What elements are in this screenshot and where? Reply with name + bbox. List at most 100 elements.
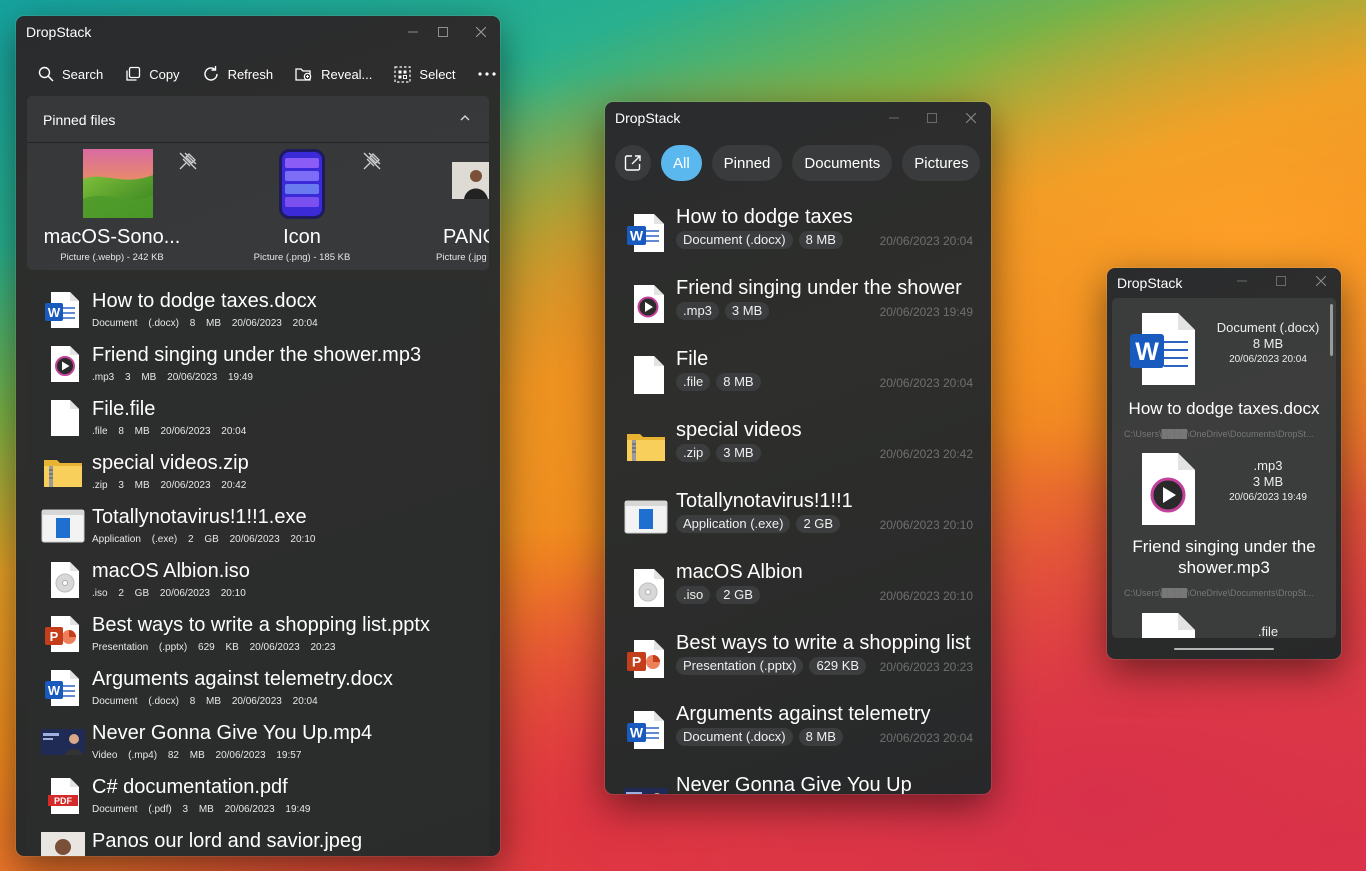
file-name: Friend singing under the shower.mp3 <box>92 344 422 366</box>
close-icon[interactable] <box>958 107 984 129</box>
file-date: 20/06/2023 20:23 <box>879 660 973 674</box>
file-name: Arguments against telemetry <box>676 703 931 725</box>
minimize-icon[interactable] <box>400 21 426 43</box>
title-bar[interactable]: DropStack <box>605 102 991 136</box>
pinned-files-header[interactable]: Pinned files <box>27 96 489 143</box>
file-name: C# documentation.pdf <box>92 776 288 798</box>
list-item[interactable]: Panos our lord and savior.jpeg <box>27 820 489 856</box>
list-item[interactable]: .mp3 3 MB 20/06/2023 19:49 Friend singin… <box>1112 450 1336 600</box>
file-name: special videos.zip <box>92 452 249 474</box>
file-name: macOS Albion.iso <box>92 560 250 582</box>
exe-icon <box>41 506 85 546</box>
resize-grip[interactable] <box>1174 648 1274 650</box>
pinned-files-title: Pinned files <box>43 112 116 128</box>
pinned-item-meta: Picture (.png) - 185 KB <box>253 252 351 263</box>
list-item[interactable]: macOS Albion .iso 2 GB 20/06/2023 20:10 <box>605 557 991 628</box>
file-date: 20/06/2023 20:04 <box>879 234 973 248</box>
list-item[interactable]: File.file .file 8 MB 20/06/2023 20:04 <box>27 388 489 442</box>
list-item[interactable]: special videos.zip .zip 3 MB 20/06/2023 … <box>27 442 489 496</box>
word-icon: W <box>41 290 85 330</box>
title-bar[interactable]: DropStack <box>16 16 500 50</box>
list-item[interactable]: P Best ways to write a shopping list Pre… <box>605 628 991 699</box>
filter-chip-pinned[interactable]: Pinned <box>711 145 783 181</box>
copy-icon <box>126 66 141 81</box>
list-item[interactable]: W Arguments against telemetry.docx Docum… <box>27 658 489 712</box>
photo-thumbnail <box>41 830 85 856</box>
unpin-icon[interactable] <box>361 150 383 172</box>
file-size: 8 MB <box>1252 336 1284 351</box>
list-item[interactable]: Never Gonna Give You Up.mp4 Video (.mp4)… <box>27 712 489 766</box>
word-icon: W <box>1130 313 1195 385</box>
list-item[interactable]: P Best ways to write a shopping list.ppt… <box>27 604 489 658</box>
file-name: special videos <box>676 419 802 441</box>
reveal-button[interactable]: Reveal... <box>295 66 372 82</box>
file-type: Document (.docx) <box>1216 320 1320 335</box>
powerpoint-icon: P <box>41 614 85 654</box>
zip-folder-icon <box>623 423 669 469</box>
list-item[interactable]: W How to dodge taxes Document (.docx) 8 M… <box>605 202 991 273</box>
file-name: How to dodge taxes.docx <box>1128 399 1320 418</box>
file-name: File <box>676 348 709 370</box>
file-name: Panos our lord and savior.jpeg <box>92 830 363 852</box>
file-tags: .file 8 MB <box>676 373 761 391</box>
file-size: 3 MB <box>1252 474 1284 489</box>
size-tag: 2 GB <box>716 586 760 604</box>
exe-icon <box>623 494 669 540</box>
file-name: Best ways to write a shopping list <box>676 632 971 654</box>
list-item[interactable]: macOS Albion.iso .iso 2 GB 20/06/2023 20… <box>27 550 489 604</box>
filter-bar: All Pinned Documents Pictures <box>615 144 991 182</box>
minimize-icon[interactable] <box>1229 270 1255 292</box>
list-item[interactable]: Friend singing under the shower.mp3 .mp3… <box>27 334 489 388</box>
more-button[interactable] <box>477 72 496 76</box>
file-name: macOS Albion <box>676 561 803 583</box>
list-item[interactable]: Friend singing under the shower .mp3 3 MB… <box>605 273 991 344</box>
file-name: Friend singing under the shower <box>676 277 962 299</box>
filter-chip-all[interactable]: All <box>661 145 702 181</box>
close-icon[interactable] <box>468 21 494 43</box>
file-date: 20/06/2023 20:04 <box>1229 354 1307 365</box>
file-grid: W Document (.docx) 8 MB 20/06/2023 20:04… <box>1112 298 1336 638</box>
more-icon <box>477 72 496 76</box>
list-item[interactable]: Totallynotavirus!1!!1.exe Application (.… <box>27 496 489 550</box>
maximize-icon[interactable] <box>430 21 456 43</box>
pinned-item[interactable]: Icon Picture (.png) - 185 KB <box>217 142 387 270</box>
unpin-icon[interactable] <box>177 150 199 172</box>
file-date: 20/06/2023 19:49 <box>879 305 973 319</box>
list-item[interactable]: File .file 8 MB 20/06/2023 20:04 <box>605 344 991 415</box>
list-item[interactable]: special videos .zip 3 MB 20/06/2023 20:42 <box>605 415 991 486</box>
file-tags: .zip 3 MB <box>676 444 761 462</box>
list-item[interactable]: Totallynotavirus!1!!1 Application (.exe)… <box>605 486 991 557</box>
type-tag: .file <box>676 373 711 391</box>
maximize-icon[interactable] <box>919 107 945 129</box>
file-meta: Application (.exe) 2 GB 20/06/2023 20:10 <box>92 534 316 545</box>
search-button[interactable]: Search <box>38 66 103 82</box>
word-icon: W <box>623 210 669 256</box>
chevron-up-icon[interactable] <box>459 112 471 124</box>
filter-chip-pictures[interactable]: Pictures <box>902 145 981 181</box>
list-item[interactable]: W How to dodge taxes.docx Document (.doc… <box>27 280 489 334</box>
select-button[interactable]: Select <box>394 65 456 83</box>
minimize-icon[interactable] <box>881 107 907 129</box>
open-external-button[interactable] <box>615 145 651 181</box>
list-item[interactable]: W Arguments against telemetry Document (… <box>605 699 991 770</box>
file-name: Never Gonna Give You Up.mp4 <box>92 722 373 744</box>
maximize-icon[interactable] <box>1268 270 1294 292</box>
type-tag: Presentation (.pptx) <box>676 657 804 675</box>
list-item[interactable]: PDF C# documentation.pdf Document (.pdf)… <box>27 766 489 820</box>
refresh-button[interactable]: Refresh <box>202 65 273 83</box>
title-bar[interactable]: DropStack <box>1107 268 1341 302</box>
list-item[interactable]: Never Gonna Give You Up <box>605 770 991 794</box>
close-icon[interactable] <box>1308 270 1334 292</box>
list-item[interactable]: W Document (.docx) 8 MB 20/06/2023 20:04… <box>1112 312 1336 462</box>
blank-file-icon <box>623 352 669 398</box>
copy-button[interactable]: Copy <box>125 66 180 82</box>
command-bar: Search Copy Refresh Reveal... Select <box>38 60 496 88</box>
file-meta: .zip 3 MB 20/06/2023 20:42 <box>92 480 247 491</box>
pinned-item[interactable]: macOS-Sono... Picture (.webp) - 242 KB <box>27 142 197 270</box>
list-item[interactable]: .file <box>1112 612 1336 638</box>
file-name: Totallynotavirus!1!!1.exe <box>92 506 307 528</box>
disc-icon <box>41 560 85 600</box>
pinned-item[interactable]: PANO Picture (.jpg <box>419 142 489 270</box>
filter-chip-documents[interactable]: Documents <box>792 145 893 181</box>
word-icon: W <box>41 668 85 708</box>
